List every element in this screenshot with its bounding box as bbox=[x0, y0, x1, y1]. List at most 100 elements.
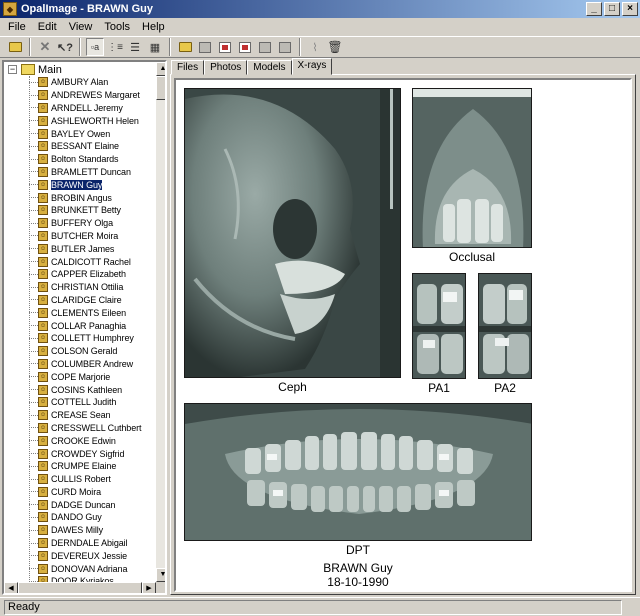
tree-item[interactable]: ☺ BRAWN Guy bbox=[29, 178, 154, 191]
up-folder-button[interactable] bbox=[6, 38, 24, 56]
tree-item[interactable]: ☺ CRUMPE Elaine bbox=[29, 460, 154, 473]
close-button[interactable]: × bbox=[622, 2, 638, 16]
tree-item[interactable]: ☺ ANDREWES Margaret bbox=[29, 89, 154, 102]
tree-item[interactable]: ☺ CURD Moira bbox=[29, 486, 154, 499]
import-button[interactable] bbox=[216, 38, 234, 56]
resize-grip-icon[interactable] bbox=[624, 600, 638, 614]
tree-item[interactable]: ☺ CRESSWELL Cuthbert bbox=[29, 422, 154, 435]
tree-item[interactable]: ☺ COTTELL Judith bbox=[29, 396, 154, 409]
tree-connector bbox=[29, 261, 38, 263]
tree-item[interactable]: ☺ COLUMBER Andrew bbox=[29, 358, 154, 371]
hscroll-thumb[interactable] bbox=[18, 582, 142, 593]
tree-connector bbox=[29, 465, 38, 467]
tree-item[interactable]: ☺ DAWES Milly bbox=[29, 524, 154, 537]
tree-item-label: COSINS Kathleen bbox=[51, 384, 123, 395]
tree-connector bbox=[29, 350, 38, 352]
menu-edit[interactable]: Edit bbox=[32, 21, 63, 33]
tree-item[interactable]: ☺ BUTCHER Moira bbox=[29, 230, 154, 243]
trash-button[interactable]: 🗑 bbox=[326, 38, 344, 56]
tree-root[interactable]: − Main bbox=[8, 63, 62, 76]
tree-item[interactable]: ☺ DERNDALE Abigail bbox=[29, 537, 154, 550]
view-small-icons-button[interactable]: ⋮≡ bbox=[106, 38, 124, 56]
menu-file[interactable]: File bbox=[2, 21, 32, 33]
patient-icon: ☺ bbox=[38, 307, 48, 318]
pa1-xray-image[interactable] bbox=[412, 273, 466, 379]
dpt-xray-image[interactable] bbox=[184, 403, 532, 541]
tree-item[interactable]: ☺ DONOVAN Adriana bbox=[29, 562, 154, 575]
patient-icon: ☺ bbox=[38, 230, 48, 241]
tree-horizontal-scrollbar[interactable]: ◀ ▶ bbox=[4, 582, 156, 593]
tree-item[interactable]: ☺ BRUNKETT Betty bbox=[29, 204, 154, 217]
new-folder-button[interactable] bbox=[176, 38, 194, 56]
tab-models[interactable]: Models bbox=[247, 60, 292, 75]
menu-view[interactable]: View bbox=[63, 21, 99, 33]
tree-item-label: DADGE Duncan bbox=[51, 499, 116, 510]
export-button[interactable] bbox=[256, 38, 274, 56]
tree-connector bbox=[29, 184, 38, 186]
scroll-down-button[interactable]: ▼ bbox=[156, 568, 165, 582]
scroll-right-button[interactable]: ▶ bbox=[142, 582, 156, 593]
maximize-button[interactable]: □ bbox=[604, 2, 620, 16]
tree-item-label: BUTLER James bbox=[51, 243, 115, 254]
patient-icon: ☺ bbox=[38, 102, 48, 113]
ceph-xray-image[interactable] bbox=[184, 88, 401, 378]
tree-item[interactable]: ☺ AMBURY Alan bbox=[29, 76, 154, 89]
tree-item[interactable]: ☺ COLSON Gerald bbox=[29, 345, 154, 358]
tab-photos[interactable]: Photos bbox=[204, 60, 248, 75]
tree-item-label: AMBURY Alan bbox=[51, 77, 109, 88]
scroll-thumb[interactable] bbox=[156, 76, 165, 100]
scroll-up-button[interactable]: ▲ bbox=[156, 62, 165, 76]
tree-item[interactable]: ☺ COPE Marjorie bbox=[29, 370, 154, 383]
tab-xrays[interactable]: X-rays bbox=[291, 58, 333, 75]
tree-item[interactable]: ☺ CHRISTIAN Ottilia bbox=[29, 281, 154, 294]
toolbar-separator bbox=[29, 38, 31, 56]
collapse-icon[interactable]: − bbox=[8, 65, 17, 74]
tree-item[interactable]: ☺ DADGE Duncan bbox=[29, 498, 154, 511]
view-list-button[interactable]: ☰ bbox=[126, 38, 144, 56]
tree-item[interactable]: ☺ CREASE Sean bbox=[29, 409, 154, 422]
whats-this-button[interactable]: ↖? bbox=[56, 38, 74, 56]
tree-item[interactable]: ☺ BUFFERY Olga bbox=[29, 217, 154, 230]
tree-item-label: DONOVAN Adriana bbox=[51, 563, 128, 574]
view-large-icons-button[interactable]: ▫a bbox=[86, 38, 104, 56]
tree-item[interactable]: ☺ BRAMLETT Duncan bbox=[29, 166, 154, 179]
tree-item[interactable]: ☺ COLLAR Panaghia bbox=[29, 319, 154, 332]
tree-item[interactable]: ☺ Bolton Standards bbox=[29, 153, 154, 166]
tree-item[interactable]: ☺ BESSANT Elaine bbox=[29, 140, 154, 153]
copy-image-button[interactable] bbox=[196, 38, 214, 56]
tree-item[interactable]: ☺ DEVEREUX Jessie bbox=[29, 549, 154, 562]
tree-item-label: COLLETT Humphrey bbox=[51, 333, 134, 344]
tree-item[interactable]: ☺ BUTLER James bbox=[29, 242, 154, 255]
tree-item[interactable]: ☺ COSINS Kathleen bbox=[29, 383, 154, 396]
menu-help[interactable]: Help bbox=[136, 21, 171, 33]
tree-item[interactable]: ☺ BROBIN Angus bbox=[29, 191, 154, 204]
tree-item[interactable]: ☺ ASHLEWORTH Helen bbox=[29, 114, 154, 127]
delete-button[interactable]: ✕ bbox=[36, 38, 54, 56]
tree-item[interactable]: ☺ CAPPER Elizabeth bbox=[29, 268, 154, 281]
delete-x-icon: ✕ bbox=[39, 39, 51, 54]
tree-item[interactable]: ☺ CLEMENTS Eileen bbox=[29, 306, 154, 319]
tree-item[interactable]: ☺ COLLETT Humphrey bbox=[29, 332, 154, 345]
patient-icon: ☺ bbox=[38, 474, 48, 485]
tree-vertical-scrollbar[interactable]: ▲ ▼ bbox=[156, 62, 165, 582]
tab-files[interactable]: Files bbox=[171, 60, 205, 75]
tree-item[interactable]: ☺ ARNDELL Jeremy bbox=[29, 102, 154, 115]
tree-item[interactable]: ☺ DANDO Guy bbox=[29, 511, 154, 524]
tree-item[interactable]: ☺ CROOKE Edwin bbox=[29, 434, 154, 447]
scroll-left-button[interactable]: ◀ bbox=[4, 582, 18, 593]
tree-item[interactable]: ☺ CROWDEY Sigfrid bbox=[29, 447, 154, 460]
clear-button[interactable]: ⌇ bbox=[306, 38, 324, 56]
minimize-button[interactable]: _ bbox=[586, 2, 602, 16]
capture-button[interactable] bbox=[236, 38, 254, 56]
help-pointer-icon: ↖? bbox=[57, 41, 73, 54]
tree-item[interactable]: ☺ BAYLEY Owen bbox=[29, 127, 154, 140]
tree-item[interactable]: ☺ CULLIS Robert bbox=[29, 473, 154, 486]
view-details-button[interactable]: ▦ bbox=[146, 38, 164, 56]
occlusal-xray-image[interactable] bbox=[412, 88, 532, 248]
print-button[interactable] bbox=[276, 38, 294, 56]
menu-tools[interactable]: Tools bbox=[98, 21, 136, 33]
tree-item[interactable]: ☺ CALDICOTT Rachel bbox=[29, 255, 154, 268]
tree-item[interactable]: ☺ CLARIDGE Claire bbox=[29, 294, 154, 307]
pa2-xray-image[interactable] bbox=[478, 273, 532, 379]
patient-icon: ☺ bbox=[38, 410, 48, 421]
